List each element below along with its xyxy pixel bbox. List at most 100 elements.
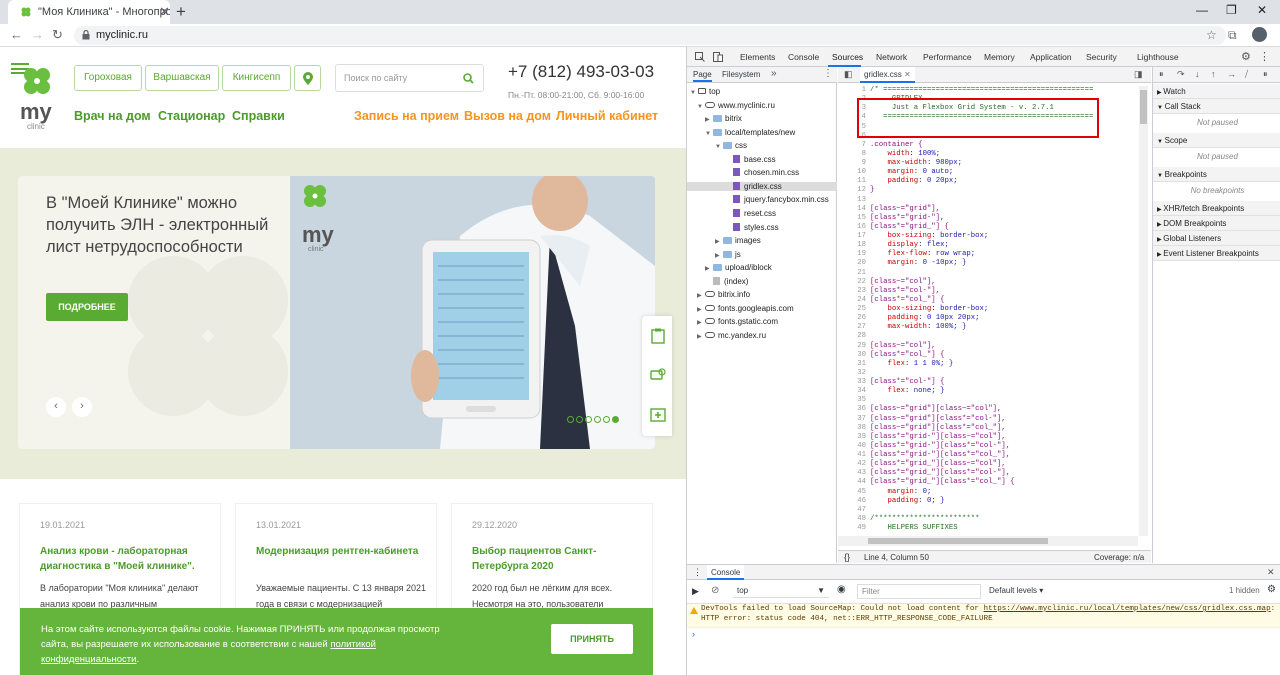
debugger-section-header[interactable]: ▶ DOM Breakpoints: [1153, 216, 1280, 231]
debugger-section-header[interactable]: ▼ Breakpoints: [1153, 167, 1280, 182]
devtools-tab-security[interactable]: Security: [1086, 52, 1117, 62]
expand-arrow-icon[interactable]: ▼: [690, 90, 698, 96]
line-number[interactable]: 17: [838, 232, 866, 241]
tree-item[interactable]: styles.css: [687, 222, 837, 232]
code-line[interactable]: .container {: [870, 141, 1093, 150]
tree-item[interactable]: jquery.fancybox.min.css: [687, 195, 837, 204]
code-line[interactable]: [870, 396, 1093, 405]
line-number[interactable]: 35: [838, 396, 866, 405]
news-title[interactable]: Модернизация рентген-кабинета: [256, 544, 426, 559]
console-sidebar-icon[interactable]: ▶: [692, 586, 699, 597]
line-number[interactable]: 24: [838, 296, 866, 305]
code-line[interactable]: margin: 0 -10px; }: [870, 259, 1093, 268]
extensions-icon[interactable]: ⧉: [1228, 28, 1237, 43]
code-line[interactable]: display: flex;: [870, 241, 1093, 250]
nav-link-home-call[interactable]: Вызов на дом: [464, 109, 551, 123]
expand-arrow-icon[interactable]: ▼: [1157, 173, 1165, 179]
tree-item[interactable]: ▼ top: [687, 87, 837, 96]
line-number[interactable]: 11: [838, 177, 866, 186]
tree-item[interactable]: ▶ fonts.googleapis.com: [687, 304, 837, 313]
line-number[interactable]: 48: [838, 515, 866, 524]
navigator-tab-page[interactable]: Page: [693, 70, 712, 82]
expand-arrow-icon[interactable]: ▶: [705, 265, 713, 272]
expand-arrow-icon[interactable]: ▶: [697, 292, 705, 299]
code-line[interactable]: max-width: 100%; }: [870, 323, 1093, 332]
location-button[interactable]: Гороховая: [74, 65, 142, 91]
devtools-tab-memory[interactable]: Memory: [984, 52, 1015, 62]
line-number[interactable]: 39: [838, 433, 866, 442]
line-number[interactable]: 46: [838, 497, 866, 506]
line-number[interactable]: 43: [838, 469, 866, 478]
console-settings-icon[interactable]: ⚙: [1267, 584, 1276, 595]
restore-icon[interactable]: ❐: [1226, 3, 1237, 17]
devtools-tab-elements[interactable]: Elements: [740, 52, 775, 62]
line-number[interactable]: 30: [838, 351, 866, 360]
line-number[interactable]: 28: [838, 332, 866, 341]
reload-icon[interactable]: ↻: [52, 27, 63, 43]
editor-tab-close-icon[interactable]: ✕: [904, 70, 911, 79]
expand-arrow-icon[interactable]: ▶: [697, 306, 705, 313]
expand-arrow-icon[interactable]: ▼: [1157, 139, 1165, 145]
close-drawer-icon[interactable]: ✕: [1267, 567, 1275, 578]
code-line[interactable]: [870, 332, 1093, 341]
toggle-debugger-icon[interactable]: ◨: [1134, 69, 1143, 80]
more-options-icon[interactable]: ⋮: [1259, 50, 1270, 63]
tree-item[interactable]: ▼ www.myclinic.ru: [687, 101, 837, 110]
expand-arrow-icon[interactable]: ▼: [715, 144, 723, 150]
code-line[interactable]: width: 100%;: [870, 150, 1093, 159]
step-out-icon[interactable]: ↑: [1211, 69, 1216, 79]
tree-item[interactable]: ▼ local/templates/new: [687, 128, 837, 137]
code-line[interactable]: HELPERS SUFFIXES: [870, 524, 1093, 533]
slider-dot[interactable]: [603, 416, 610, 423]
code-line[interactable]: [class*="col_"] {: [870, 296, 1093, 305]
settings-gear-icon[interactable]: ⚙: [1241, 50, 1251, 63]
debugger-section-header[interactable]: ▶ XHR/fetch Breakpoints: [1153, 201, 1280, 216]
line-number[interactable]: 10: [838, 168, 866, 177]
bookmark-star-icon[interactable]: ☆: [1206, 28, 1217, 42]
nav-link[interactable]: Врач на дом: [74, 109, 151, 123]
code-line[interactable]: [class*="grid_"] {: [870, 223, 1093, 232]
line-number[interactable]: 21: [838, 269, 866, 278]
expand-arrow-icon[interactable]: ▼: [705, 131, 713, 137]
code-line[interactable]: flex: none; }: [870, 387, 1093, 396]
line-number[interactable]: 44: [838, 478, 866, 487]
expand-arrow-icon[interactable]: ▶: [705, 116, 713, 123]
console-prompt-icon[interactable]: ›: [692, 629, 695, 639]
clear-console-icon[interactable]: ⊘: [711, 585, 719, 596]
editor-scrollbar[interactable]: [1139, 86, 1148, 536]
slider-dot[interactable]: [594, 416, 601, 423]
close-window-icon[interactable]: ✕: [1257, 3, 1267, 17]
expand-arrow-icon[interactable]: ▶: [715, 238, 723, 245]
code-line[interactable]: /* =====================================…: [870, 86, 1093, 95]
expand-arrow-icon[interactable]: ▼: [1157, 105, 1165, 111]
line-number[interactable]: 38: [838, 424, 866, 433]
editor-hscrollbar[interactable]: [838, 536, 1138, 546]
forward-icon[interactable]: →: [31, 27, 44, 42]
code-line[interactable]: margin: 0;: [870, 488, 1093, 497]
line-number[interactable]: 12: [838, 186, 866, 195]
code-line[interactable]: [class*="grid-"][class~="col"],: [870, 433, 1093, 442]
console-filter-input[interactable]: Filter: [857, 584, 981, 599]
code-line[interactable]: [class~="grid"][class~="col"],: [870, 405, 1093, 414]
news-title[interactable]: Выбор пациентов Санкт-Петербурга 2020: [472, 544, 642, 574]
search-icon[interactable]: [463, 73, 474, 84]
code-line[interactable]: [class~="grid"],: [870, 205, 1093, 214]
pause-icon[interactable]: ⏸: [1159, 69, 1164, 80]
code-line[interactable]: [870, 269, 1093, 278]
line-number[interactable]: 8: [838, 150, 866, 159]
pretty-print-icon[interactable]: {}: [844, 552, 850, 562]
browser-tab[interactable]: "Моя Клиника" - Многопрофи ✕: [8, 0, 170, 24]
slider-dot[interactable]: [567, 416, 574, 423]
minimize-icon[interactable]: —: [1196, 3, 1208, 17]
line-number[interactable]: 1: [838, 86, 866, 95]
code-line[interactable]: [class~="col"],: [870, 278, 1093, 287]
code-line[interactable]: [class~="grid"][class*="col-"],: [870, 415, 1093, 424]
live-expression-eye-icon[interactable]: ◉: [837, 584, 846, 595]
code-line[interactable]: [class*="grid_"][class*="col-"],: [870, 469, 1093, 478]
profile-avatar[interactable]: [1252, 27, 1267, 42]
line-number[interactable]: 14: [838, 205, 866, 214]
code-line[interactable]: max-width: 980px;: [870, 159, 1093, 168]
code-line[interactable]: [class*="col-"] {: [870, 378, 1093, 387]
phone-number[interactable]: +7 (812) 493-03-03: [508, 62, 654, 82]
tree-item[interactable]: ▶ images: [687, 236, 837, 245]
